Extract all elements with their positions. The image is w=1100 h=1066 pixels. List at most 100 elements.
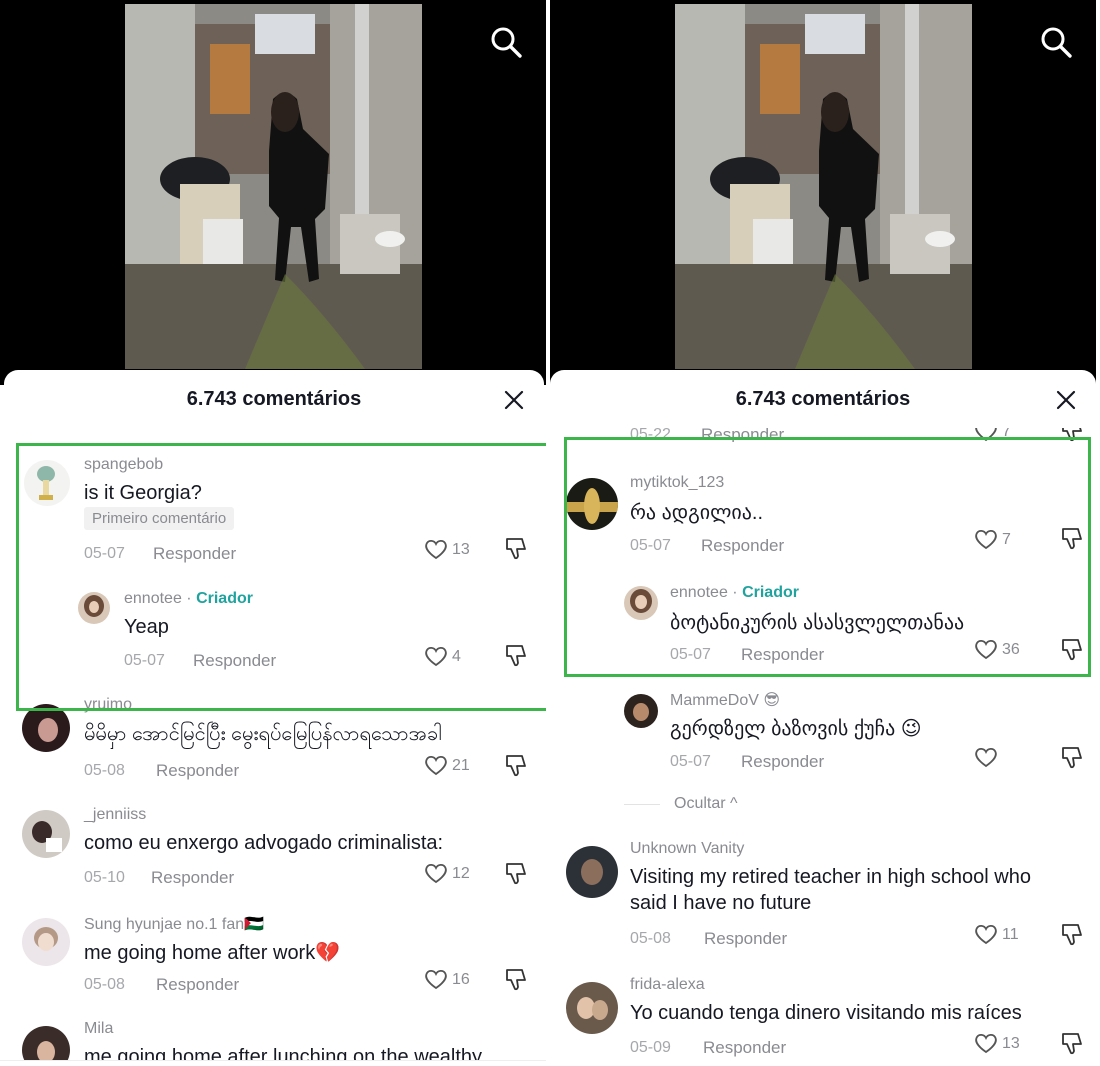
dislike-icon[interactable] xyxy=(1058,1031,1084,1057)
avatar[interactable] xyxy=(22,918,70,966)
avatar[interactable] xyxy=(624,694,658,728)
like-button[interactable]: 36 xyxy=(974,638,1024,662)
like-count: 7 xyxy=(1002,531,1011,548)
avatar[interactable] xyxy=(22,810,70,858)
comment-text: is it Georgia? xyxy=(84,482,202,504)
reply-button[interactable]: Responder xyxy=(741,645,824,665)
comment-username[interactable]: yruimo xyxy=(84,696,132,714)
comment-username[interactable]: frida-alexa xyxy=(630,976,705,994)
dislike-icon[interactable] xyxy=(1058,922,1084,948)
comment-text: me going home after work💔 xyxy=(84,942,341,964)
like-button[interactable]: 4 xyxy=(424,645,474,669)
comment-username[interactable]: Sung hyunjae no.1 fan🇵🇸 xyxy=(84,914,264,934)
avatar[interactable] xyxy=(78,592,110,624)
dislike-icon[interactable] xyxy=(1058,745,1084,771)
dislike-icon[interactable] xyxy=(1058,526,1084,552)
first-comment-badge: Primeiro comentário xyxy=(84,507,235,530)
reply-button[interactable]: Responder xyxy=(701,536,784,556)
avatar[interactable] xyxy=(24,460,70,506)
heart-icon xyxy=(975,1033,997,1054)
comment-item: frida-alexa Yo cuando tenga dinero visit… xyxy=(550,974,1096,1066)
dislike-icon[interactable] xyxy=(1058,428,1084,442)
heart-icon xyxy=(975,428,997,442)
avatar[interactable] xyxy=(22,704,70,752)
comment-username[interactable]: ennotee · Criador xyxy=(124,590,253,608)
comment-date: 05-22 xyxy=(630,428,671,442)
hide-replies-button[interactable]: Ocultar ^ xyxy=(674,795,738,813)
video-player[interactable] xyxy=(550,0,1096,385)
like-count: 11 xyxy=(1002,926,1019,943)
comment-item: spangebob is it Georgia? Primeiro coment… xyxy=(0,450,546,580)
comment-date: 05-08 xyxy=(84,976,125,993)
heart-icon xyxy=(975,529,997,550)
search-icon[interactable] xyxy=(1038,24,1074,60)
avatar[interactable] xyxy=(566,478,618,530)
comment-item-partial: 05-22 Responder 7 xyxy=(550,428,1096,442)
reply-button[interactable]: Responder xyxy=(151,868,234,888)
comment-date: 05-07 xyxy=(670,753,711,770)
comment-username[interactable]: _jenniiss xyxy=(84,806,146,824)
comment-username[interactable]: Mila xyxy=(84,1020,113,1038)
reply-button[interactable]: Responder xyxy=(156,761,239,781)
comment-username[interactable]: Unknown Vanity xyxy=(630,840,744,858)
dislike-icon[interactable] xyxy=(1058,637,1084,663)
comment-item: Sung hyunjae no.1 fan🇵🇸 me going home af… xyxy=(0,912,546,1012)
dislike-icon[interactable] xyxy=(502,861,528,887)
reply-button[interactable]: Responder xyxy=(704,929,787,949)
comment-username[interactable]: spangebob xyxy=(84,456,163,474)
dislike-icon[interactable] xyxy=(502,643,528,669)
like-button[interactable]: 7 xyxy=(974,528,1024,552)
comments-header: 6.743 comentários xyxy=(4,384,544,416)
creator-label: Criador xyxy=(196,590,253,607)
dislike-icon[interactable] xyxy=(502,967,528,993)
username-text: ennotee xyxy=(670,584,728,601)
like-button[interactable]: 7 xyxy=(974,428,1024,442)
comment-text: como eu enxergo advogado criminalista: xyxy=(84,832,444,854)
comment-text-line-2: said I have no future xyxy=(630,892,812,914)
comment-item: mytiktok_123 რა ადგილია.. 05-07 Responde… xyxy=(550,470,1096,560)
search-icon[interactable] xyxy=(488,24,524,60)
like-button[interactable] xyxy=(974,746,1024,770)
like-button[interactable]: 13 xyxy=(974,1032,1024,1056)
dislike-icon[interactable] xyxy=(502,753,528,779)
like-button[interactable]: 12 xyxy=(424,862,474,886)
bottom-divider xyxy=(0,1060,546,1061)
comment-item: yruimo မိမိမှာ အောင်မြင်ပြီး မွေးရပ်မြေပ… xyxy=(0,696,546,796)
comment-username[interactable]: mytiktok_123 xyxy=(630,474,724,492)
comment-text: me going home after lunching on the weal… xyxy=(84,1046,483,1060)
reply-button[interactable]: Responder xyxy=(156,975,239,995)
heart-icon xyxy=(425,539,447,560)
comments-count-title: 6.743 comentários xyxy=(735,388,911,410)
close-icon[interactable] xyxy=(1054,388,1078,412)
comment-item: _jenniiss como eu enxergo advogado crimi… xyxy=(0,806,546,906)
comment-text: Yo cuando tenga dinero visitando mis raí… xyxy=(630,1002,1022,1024)
video-player[interactable] xyxy=(0,0,546,385)
replies-divider xyxy=(624,804,660,805)
close-icon[interactable] xyxy=(502,388,526,412)
creator-label: Criador xyxy=(742,584,799,601)
avatar[interactable] xyxy=(566,846,618,898)
avatar[interactable] xyxy=(624,586,658,620)
comment-date: 05-08 xyxy=(630,930,671,947)
comment-username[interactable]: ennotee · Criador xyxy=(670,584,799,602)
reply-button[interactable]: Responder xyxy=(193,651,276,671)
comment-date: 05-07 xyxy=(124,652,165,669)
reply-button[interactable]: Responder xyxy=(703,1038,786,1058)
avatar[interactable] xyxy=(566,982,618,1034)
like-button[interactable]: 11 xyxy=(974,923,1024,947)
reply-button[interactable]: Responder xyxy=(153,544,236,564)
reply-button[interactable]: Responder xyxy=(701,428,784,442)
dislike-icon[interactable] xyxy=(502,536,528,562)
comments-header: 6.743 comentários xyxy=(550,384,1096,416)
like-count: 13 xyxy=(452,541,470,558)
comment-item: Mila me going home after lunching on the… xyxy=(0,1018,546,1060)
comment-date: 05-07 xyxy=(630,537,671,554)
comment-username[interactable]: MammeDoV 😎 xyxy=(670,690,780,710)
like-button[interactable]: 21 xyxy=(424,754,474,778)
like-button[interactable]: 13 xyxy=(424,538,474,562)
like-button[interactable]: 16 xyxy=(424,968,474,992)
comment-text: გერდზელ ბაზოვის ქუჩა 😉 xyxy=(670,718,922,740)
avatar[interactable] xyxy=(22,1026,70,1060)
like-count: 12 xyxy=(452,865,470,882)
reply-button[interactable]: Responder xyxy=(741,752,824,772)
